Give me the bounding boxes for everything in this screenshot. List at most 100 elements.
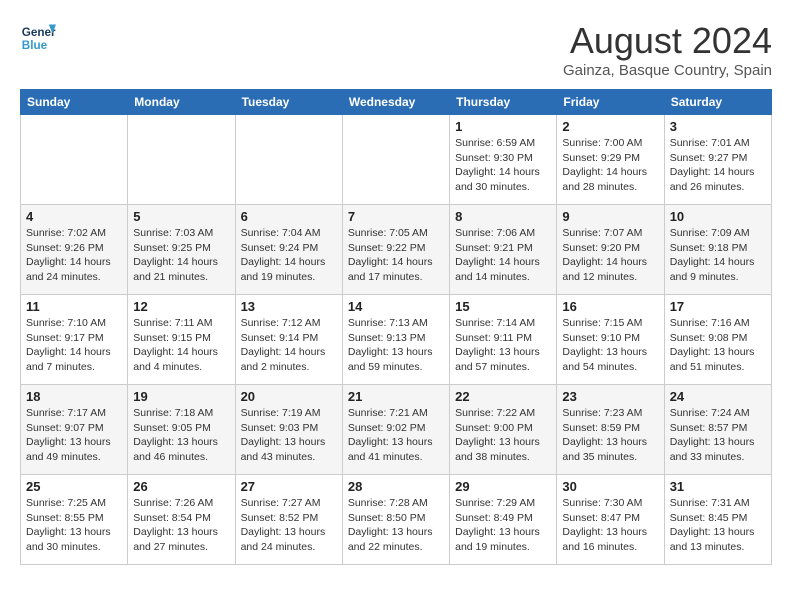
col-tuesday: Tuesday — [235, 90, 342, 115]
day-info: Sunrise: 7:14 AMSunset: 9:11 PMDaylight:… — [455, 316, 551, 375]
day-number: 15 — [455, 299, 551, 314]
calendar-week-2: 4 Sunrise: 7:02 AMSunset: 9:26 PMDaylight… — [21, 205, 772, 295]
calendar-cell: 3 Sunrise: 7:01 AMSunset: 9:27 PMDaylight… — [664, 115, 771, 205]
day-number: 23 — [562, 389, 658, 404]
day-info: Sunrise: 7:26 AMSunset: 8:54 PMDaylight:… — [133, 496, 229, 555]
day-info: Sunrise: 7:21 AMSunset: 9:02 PMDaylight:… — [348, 406, 444, 465]
day-info: Sunrise: 7:24 AMSunset: 8:57 PMDaylight:… — [670, 406, 766, 465]
calendar-cell: 24 Sunrise: 7:24 AMSunset: 8:57 PMDayligh… — [664, 385, 771, 475]
calendar-cell: 15 Sunrise: 7:14 AMSunset: 9:11 PMDayligh… — [450, 295, 557, 385]
day-info: Sunrise: 7:30 AMSunset: 8:47 PMDaylight:… — [562, 496, 658, 555]
col-monday: Monday — [128, 90, 235, 115]
calendar-cell: 22 Sunrise: 7:22 AMSunset: 9:00 PMDayligh… — [450, 385, 557, 475]
day-number: 20 — [241, 389, 337, 404]
day-info: Sunrise: 7:07 AMSunset: 9:20 PMDaylight:… — [562, 226, 658, 285]
calendar-cell: 5 Sunrise: 7:03 AMSunset: 9:25 PMDaylight… — [128, 205, 235, 295]
day-info: Sunrise: 7:19 AMSunset: 9:03 PMDaylight:… — [241, 406, 337, 465]
day-number: 14 — [348, 299, 444, 314]
day-info: Sunrise: 7:06 AMSunset: 9:21 PMDaylight:… — [455, 226, 551, 285]
day-info: Sunrise: 7:18 AMSunset: 9:05 PMDaylight:… — [133, 406, 229, 465]
day-number: 28 — [348, 479, 444, 494]
calendar-cell: 29Sunrise: 7:29 AMSunset: 8:49 PMDayligh… — [450, 475, 557, 565]
day-info: Sunrise: 7:28 AMSunset: 8:50 PMDaylight:… — [348, 496, 444, 555]
day-number: 16 — [562, 299, 658, 314]
day-info: Sunrise: 7:25 AMSunset: 8:55 PMDaylight:… — [26, 496, 122, 555]
calendar-cell: 25 Sunrise: 7:25 AMSunset: 8:55 PMDayligh… — [21, 475, 128, 565]
day-number: 2 — [562, 119, 658, 134]
calendar-cell: 12 Sunrise: 7:11 AMSunset: 9:15 PMDayligh… — [128, 295, 235, 385]
day-info: Sunrise: 7:10 AMSunset: 9:17 PMDaylight:… — [26, 316, 122, 375]
calendar-cell — [21, 115, 128, 205]
calendar-cell — [128, 115, 235, 205]
calendar-cell: 13 Sunrise: 7:12 AMSunset: 9:14 PMDayligh… — [235, 295, 342, 385]
day-number: 31 — [670, 479, 766, 494]
calendar-cell: 26 Sunrise: 7:26 AMSunset: 8:54 PMDayligh… — [128, 475, 235, 565]
day-info: Sunrise: 7:16 AMSunset: 9:08 PMDaylight:… — [670, 316, 766, 375]
calendar-cell: 23Sunrise: 7:23 AMSunset: 8:59 PMDayligh… — [557, 385, 664, 475]
col-thursday: Thursday — [450, 90, 557, 115]
day-info: Sunrise: 7:22 AMSunset: 9:00 PMDaylight:… — [455, 406, 551, 465]
col-wednesday: Wednesday — [342, 90, 449, 115]
day-number: 7 — [348, 209, 444, 224]
day-number: 22 — [455, 389, 551, 404]
day-info: Sunrise: 7:04 AMSunset: 9:24 PMDaylight:… — [241, 226, 337, 285]
logo: General Blue — [20, 20, 60, 56]
calendar-cell: 17 Sunrise: 7:16 AMSunset: 9:08 PMDayligh… — [664, 295, 771, 385]
month-title: August 2024 — [563, 20, 772, 62]
day-number: 24 — [670, 389, 766, 404]
day-number: 12 — [133, 299, 229, 314]
calendar-cell — [342, 115, 449, 205]
day-number: 25 — [26, 479, 122, 494]
day-number: 26 — [133, 479, 229, 494]
day-info: Sunrise: 7:17 AMSunset: 9:07 PMDaylight:… — [26, 406, 122, 465]
calendar-cell: 9 Sunrise: 7:07 AMSunset: 9:20 PMDaylight… — [557, 205, 664, 295]
day-info: Sunrise: 7:12 AMSunset: 9:14 PMDaylight:… — [241, 316, 337, 375]
day-number: 8 — [455, 209, 551, 224]
day-number: 9 — [562, 209, 658, 224]
col-sunday: Sunday — [21, 90, 128, 115]
calendar-cell: 10Sunrise: 7:09 AMSunset: 9:18 PMDayligh… — [664, 205, 771, 295]
calendar-cell: 30 Sunrise: 7:30 AMSunset: 8:47 PMDayligh… — [557, 475, 664, 565]
calendar-cell: 6 Sunrise: 7:04 AMSunset: 9:24 PMDaylight… — [235, 205, 342, 295]
day-info: Sunrise: 7:01 AMSunset: 9:27 PMDaylight:… — [670, 136, 766, 195]
col-saturday: Saturday — [664, 90, 771, 115]
calendar-header-row: Sunday Monday Tuesday Wednesday Thursday… — [21, 90, 772, 115]
page: General Blue August 2024 Gainza, Basque … — [0, 0, 792, 575]
calendar-cell: 20 Sunrise: 7:19 AMSunset: 9:03 PMDayligh… — [235, 385, 342, 475]
day-info: Sunrise: 7:00 AMSunset: 9:29 PMDaylight:… — [562, 136, 658, 195]
day-info: Sunrise: 7:15 AMSunset: 9:10 PMDaylight:… — [562, 316, 658, 375]
calendar-cell: 27Sunrise: 7:27 AMSunset: 8:52 PMDayligh… — [235, 475, 342, 565]
calendar-cell: 11 Sunrise: 7:10 AMSunset: 9:17 PMDayligh… — [21, 295, 128, 385]
calendar-week-5: 25 Sunrise: 7:25 AMSunset: 8:55 PMDayligh… — [21, 475, 772, 565]
day-number: 3 — [670, 119, 766, 134]
calendar-week-3: 11 Sunrise: 7:10 AMSunset: 9:17 PMDayligh… — [21, 295, 772, 385]
logo-icon: General Blue — [20, 20, 56, 56]
header: General Blue August 2024 Gainza, Basque … — [20, 20, 772, 79]
day-number: 5 — [133, 209, 229, 224]
day-number: 30 — [562, 479, 658, 494]
calendar-cell: 16 Sunrise: 7:15 AMSunset: 9:10 PMDayligh… — [557, 295, 664, 385]
day-info: Sunrise: 7:02 AMSunset: 9:26 PMDaylight:… — [26, 226, 122, 285]
day-number: 17 — [670, 299, 766, 314]
day-info: Sunrise: 7:03 AMSunset: 9:25 PMDaylight:… — [133, 226, 229, 285]
day-number: 11 — [26, 299, 122, 314]
day-number: 18 — [26, 389, 122, 404]
calendar-cell: 18 Sunrise: 7:17 AMSunset: 9:07 PMDayligh… — [21, 385, 128, 475]
day-info: Sunrise: 7:31 AMSunset: 8:45 PMDaylight:… — [670, 496, 766, 555]
calendar-week-4: 18 Sunrise: 7:17 AMSunset: 9:07 PMDayligh… — [21, 385, 772, 475]
day-number: 4 — [26, 209, 122, 224]
day-info: Sunrise: 7:13 AMSunset: 9:13 PMDaylight:… — [348, 316, 444, 375]
calendar-cell: 1Sunrise: 6:59 AMSunset: 9:30 PMDaylight… — [450, 115, 557, 205]
calendar-cell — [235, 115, 342, 205]
day-number: 29 — [455, 479, 551, 494]
calendar-cell: 14 Sunrise: 7:13 AMSunset: 9:13 PMDayligh… — [342, 295, 449, 385]
location: Gainza, Basque Country, Spain — [563, 62, 772, 79]
calendar-cell: 4 Sunrise: 7:02 AMSunset: 9:26 PMDaylight… — [21, 205, 128, 295]
day-info: Sunrise: 7:11 AMSunset: 9:15 PMDaylight:… — [133, 316, 229, 375]
calendar-cell: 2 Sunrise: 7:00 AMSunset: 9:29 PMDaylight… — [557, 115, 664, 205]
day-number: 6 — [241, 209, 337, 224]
title-block: August 2024 Gainza, Basque Country, Spai… — [563, 20, 772, 79]
day-number: 13 — [241, 299, 337, 314]
day-number: 27 — [241, 479, 337, 494]
day-info: Sunrise: 6:59 AMSunset: 9:30 PMDaylight:… — [455, 136, 551, 195]
